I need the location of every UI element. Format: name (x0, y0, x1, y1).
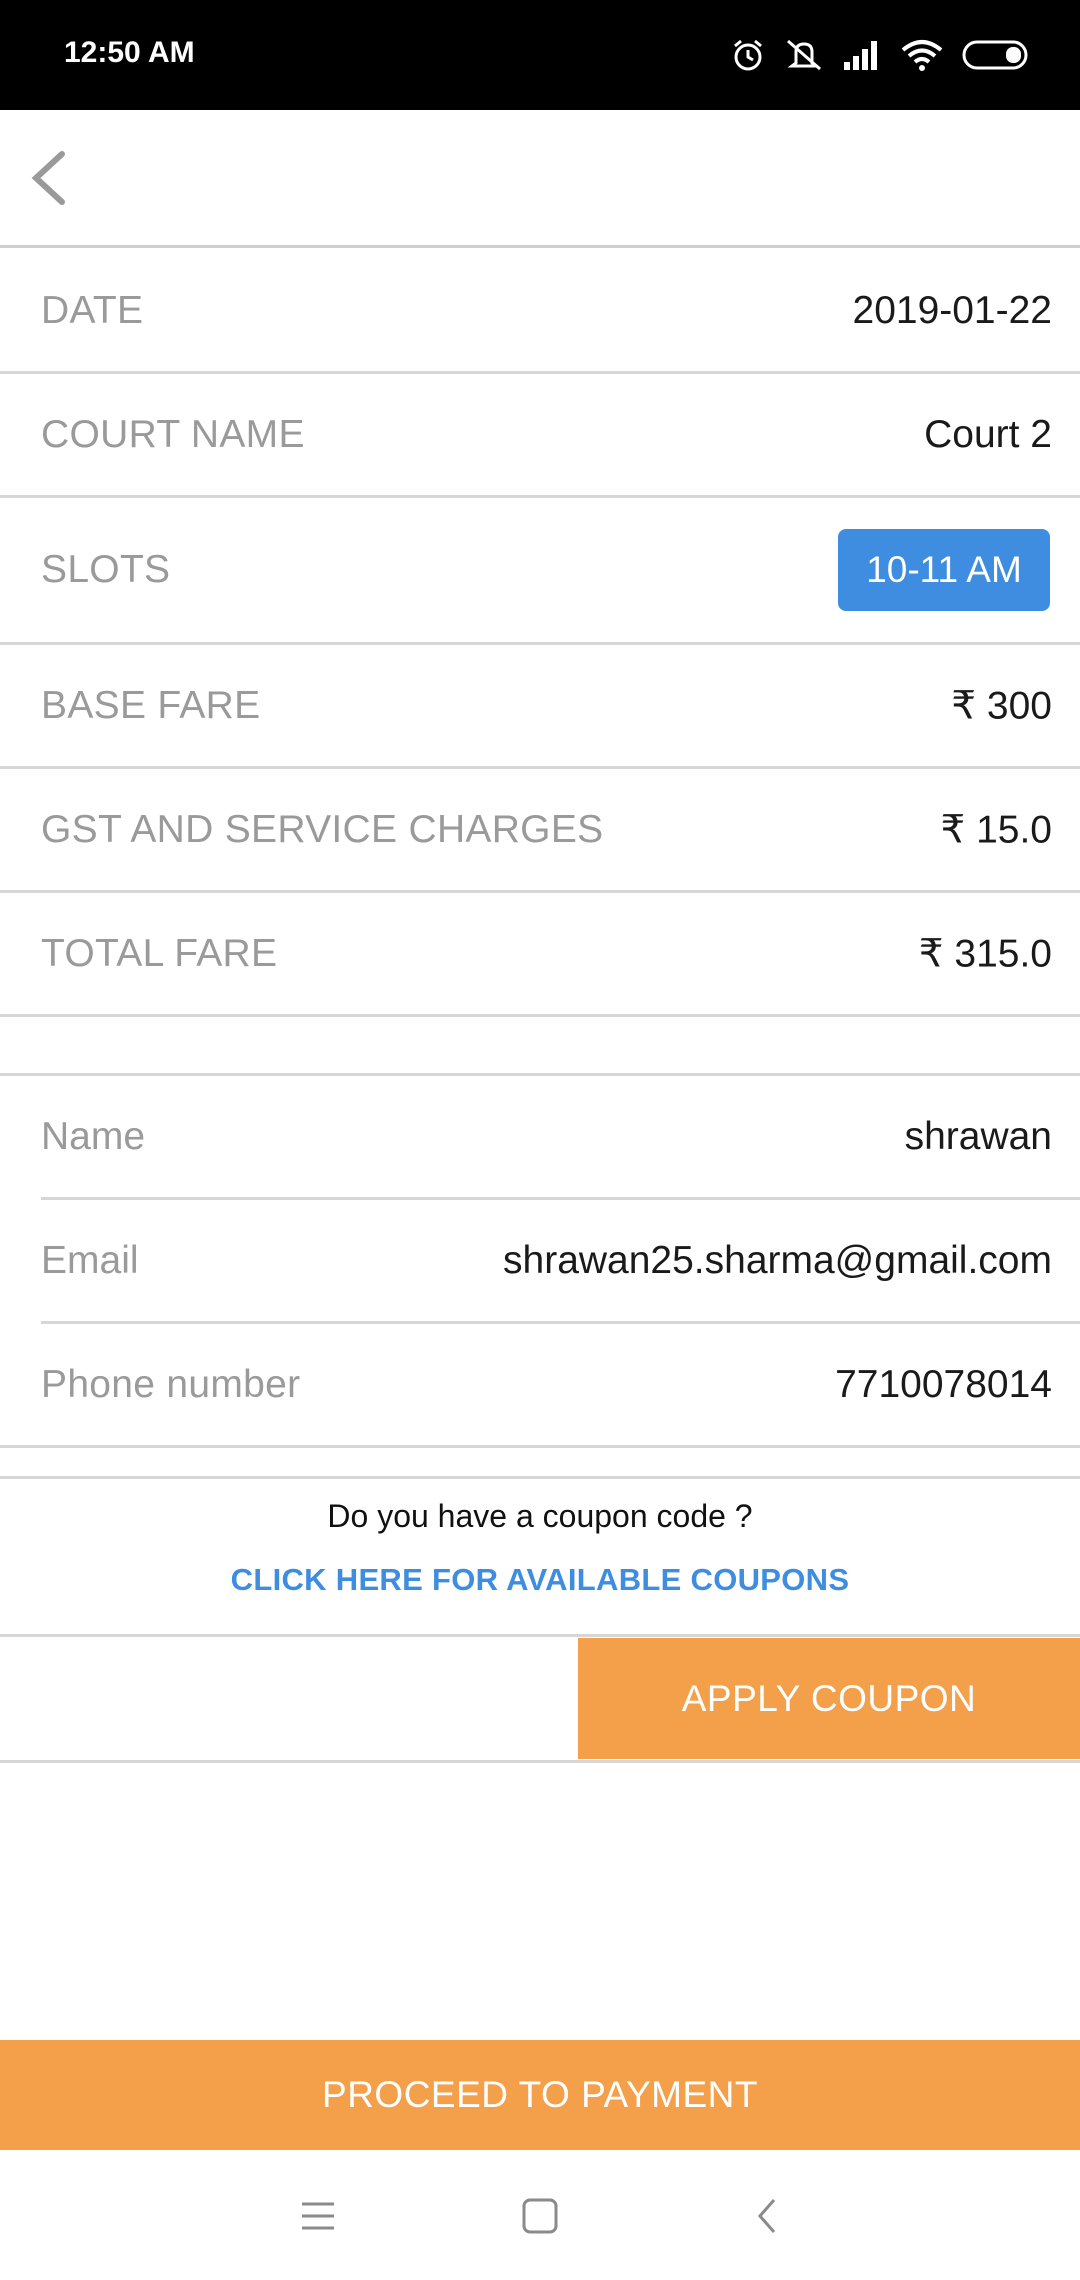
row-base-fare: BASE FARE ₹ 300 (0, 645, 1080, 769)
coupon-divider-bottom (0, 1760, 1080, 1763)
total-label: TOTAL FARE (41, 931, 278, 975)
status-time: 12:50 AM (64, 36, 195, 69)
date-label: DATE (41, 288, 144, 332)
row-name: Name shrawan (41, 1076, 1080, 1200)
status-icons (730, 30, 1032, 80)
row-date: DATE 2019-01-22 (0, 250, 1080, 374)
status-bar: 12:50 AM (0, 0, 1080, 110)
slot-chip[interactable]: 10-11 AM (838, 529, 1050, 611)
phone-label: Phone number (41, 1362, 301, 1406)
alarm-icon (730, 37, 766, 73)
base-fare-label: BASE FARE (41, 683, 261, 727)
app-bar (0, 110, 1080, 248)
apply-coupon-button[interactable]: APPLY COUPON (578, 1638, 1080, 1759)
back-button[interactable] (18, 140, 88, 216)
mute-icon (784, 37, 824, 73)
menu-icon[interactable] (298, 2198, 338, 2239)
row-slots: SLOTS 10-11 AM (0, 498, 1080, 645)
slots-label: SLOTS (41, 548, 171, 591)
home-square-icon[interactable] (520, 2198, 560, 2239)
system-nav-bar (0, 2150, 1080, 2280)
available-coupons-link[interactable]: CLICK HERE FOR AVAILABLE COUPONS (0, 1562, 1080, 1598)
email-label: Email (41, 1238, 139, 1282)
coupon-code-input[interactable] (0, 1637, 577, 1759)
back-chevron-icon[interactable] (748, 2198, 788, 2239)
row-total: TOTAL FARE ₹ 315.0 (0, 893, 1080, 1017)
name-value: shrawan (904, 1114, 1052, 1158)
battery-icon (962, 38, 1032, 72)
email-value: shrawan25.sharma@gmail.com (503, 1238, 1052, 1282)
wifi-icon (900, 38, 944, 72)
total-value: ₹ 315.0 (918, 932, 1052, 975)
row-gst: GST AND SERVICE CHARGES ₹ 15.0 (0, 769, 1080, 893)
row-phone: Phone number 7710078014 (0, 1324, 1080, 1448)
chevron-left-icon (31, 151, 65, 205)
name-label: Name (41, 1114, 146, 1158)
row-email: Email shrawan25.sharma@gmail.com (41, 1200, 1080, 1324)
row-court: COURT NAME Court 2 (0, 374, 1080, 498)
phone-value: 7710078014 (835, 1362, 1052, 1406)
gst-value: ₹ 15.0 (940, 808, 1052, 851)
court-value: Court 2 (924, 412, 1052, 456)
base-fare-value: ₹ 300 (951, 684, 1052, 727)
coupon-divider-top (0, 1476, 1080, 1479)
gst-label: GST AND SERVICE CHARGES (41, 807, 604, 851)
proceed-to-payment-button[interactable]: PROCEED TO PAYMENT (0, 2040, 1080, 2150)
signal-icon (842, 38, 882, 72)
date-value: 2019-01-22 (852, 288, 1053, 332)
coupon-question: Do you have a coupon code ? (327, 1498, 753, 1534)
court-label: COURT NAME (41, 412, 305, 456)
